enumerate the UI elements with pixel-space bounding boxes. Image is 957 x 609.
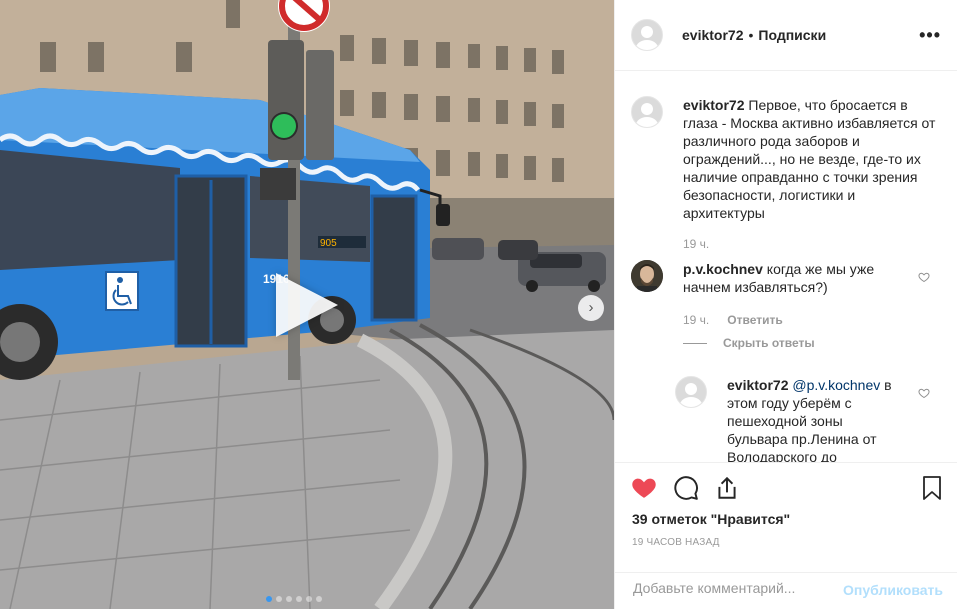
carousel-indicator — [266, 596, 322, 602]
comment-meta: 19 ч. Ответить — [683, 313, 783, 327]
action-bar — [615, 462, 957, 513]
heart-outline-icon[interactable] — [918, 271, 930, 283]
carousel-dot — [296, 596, 302, 602]
comments-list[interactable]: eviktor72 Первое, что бросается в глаза … — [615, 72, 957, 462]
likes-count[interactable]: 39 отметок "Нравится" — [632, 511, 790, 527]
post-header: eviktor72 • Подписки ••• — [615, 0, 957, 71]
hide-replies-label: Скрыть ответы — [723, 336, 815, 350]
avatar-photo — [631, 260, 663, 292]
heart-outline-icon[interactable] — [918, 387, 930, 399]
carousel-dot — [276, 596, 282, 602]
reply-item: eviktor72 @p.v.kochnev в этом году уберё… — [675, 376, 941, 462]
add-comment-bar: Опубликовать — [615, 572, 957, 609]
post: 905 1916 › eviktor72 • Подписки ••• evik… — [0, 0, 957, 609]
comment-icon[interactable] — [673, 475, 699, 501]
caption-time: 19 ч. — [683, 237, 710, 251]
reply-mention-link[interactable]: @p.v.kochnev — [792, 377, 880, 393]
comment-input[interactable] — [631, 579, 835, 597]
play-icon[interactable] — [276, 273, 338, 337]
divider — [683, 342, 707, 344]
comment-time: 19 ч. — [683, 313, 710, 327]
avatar[interactable] — [631, 96, 663, 128]
header-separator: • — [748, 27, 754, 43]
carousel-dot — [286, 596, 292, 602]
caption-text: Первое, что бросается в глаза - Москва а… — [683, 97, 936, 221]
chevron-right-icon[interactable]: › — [578, 295, 604, 321]
post-timestamp[interactable]: 19 ЧАСОВ НАЗАД — [632, 537, 720, 548]
caption-meta: 19 ч. — [683, 237, 709, 251]
post-sidebar: eviktor72 • Подписки ••• eviktor72 Перво… — [614, 0, 957, 609]
carousel-dot — [266, 596, 272, 602]
follow-button[interactable]: Подписки — [758, 27, 826, 43]
avatar[interactable] — [631, 19, 663, 51]
hide-replies-button[interactable]: Скрыть ответы — [683, 336, 815, 350]
caption: eviktor72 Первое, что бросается в глаза … — [631, 96, 941, 222]
post-media[interactable]: 905 1916 › — [0, 0, 614, 609]
comment-item: p.v.kochnev когда же мы уже начнем избав… — [631, 260, 941, 296]
publish-button[interactable]: Опубликовать — [843, 582, 943, 598]
caption-username[interactable]: eviktor72 — [683, 97, 744, 113]
share-icon[interactable] — [714, 475, 740, 501]
likes-label: отметок — [651, 511, 707, 527]
more-horizontal-icon[interactable]: ••• — [919, 25, 941, 46]
comment-text-block: p.v.kochnev когда же мы уже начнем избав… — [683, 260, 919, 296]
avatar[interactable] — [631, 260, 663, 292]
reply-button[interactable]: Ответить — [727, 313, 782, 327]
reply-username[interactable]: eviktor72 — [727, 377, 788, 393]
likes-number: 39 — [632, 511, 648, 527]
caption-text-block: eviktor72 Первое, что бросается в глаза … — [683, 96, 939, 222]
carousel-dot — [316, 596, 322, 602]
bus-route-number: 905 — [320, 238, 337, 249]
carousel-dot — [306, 596, 312, 602]
heart-filled-icon[interactable] — [631, 475, 657, 499]
likes-label-quote: "Нравится" — [710, 511, 791, 527]
comment-username[interactable]: p.v.kochnev — [683, 261, 763, 277]
header-username[interactable]: eviktor72 — [682, 27, 743, 43]
bookmark-icon[interactable] — [920, 475, 944, 501]
reply-text-block: eviktor72 @p.v.kochnev в этом году уберё… — [727, 376, 897, 462]
avatar[interactable] — [675, 376, 707, 408]
